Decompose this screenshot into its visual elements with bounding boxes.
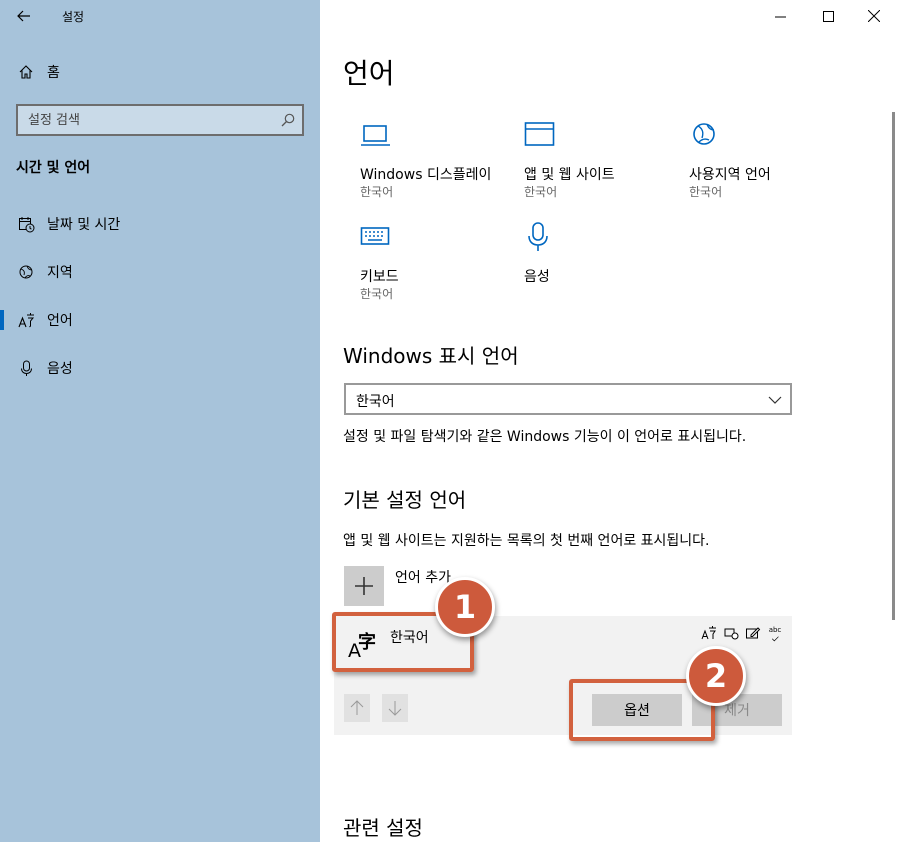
plus-icon bbox=[355, 577, 373, 595]
laptop-icon bbox=[361, 125, 390, 146]
tile-speech[interactable]: 음성 bbox=[524, 222, 674, 302]
calendar-clock-icon bbox=[17, 215, 35, 233]
display-language-description: 설정 및 파일 탐색기와 같은 Windows 기능이 이 언어로 표시됩니다. bbox=[343, 429, 747, 445]
minimize-icon bbox=[774, 16, 786, 17]
sidebar-item-language[interactable]: 언어 bbox=[0, 300, 320, 340]
globe-icon bbox=[693, 123, 715, 145]
window-icon bbox=[524, 122, 555, 146]
sidebar-item-home[interactable]: 홈 bbox=[0, 52, 320, 92]
tile-windows-display[interactable]: Windows 디스플레이 한국어 bbox=[360, 120, 510, 200]
back-arrow-icon bbox=[17, 10, 30, 22]
move-up-button[interactable] bbox=[344, 694, 370, 722]
tile-regional-language[interactable]: 사용지역 언어 한국어 bbox=[689, 120, 839, 200]
close-icon bbox=[868, 10, 880, 22]
maximize-icon bbox=[822, 10, 834, 22]
arrow-up-icon bbox=[350, 700, 364, 715]
search-icon[interactable] bbox=[280, 112, 296, 128]
dropdown-value: 한국어 bbox=[356, 394, 395, 410]
maximize-button[interactable] bbox=[805, 0, 851, 32]
back-button[interactable] bbox=[10, 4, 38, 28]
handwriting-feature-icon bbox=[744, 624, 762, 642]
search-box[interactable] bbox=[16, 104, 304, 136]
display-language-heading: Windows 표시 언어 bbox=[343, 344, 519, 368]
language-icon bbox=[17, 311, 35, 329]
home-icon bbox=[17, 63, 35, 81]
move-down-button[interactable] bbox=[382, 694, 408, 722]
sidebar-item-date-time[interactable]: 날짜 및 시간 bbox=[0, 204, 320, 244]
tile-name: Windows 디스플레이 bbox=[360, 167, 492, 183]
keyboard-icon bbox=[360, 227, 390, 245]
microphone-icon bbox=[528, 222, 548, 251]
spellcheck-feature-icon: abc bbox=[766, 624, 784, 642]
step-badge-2: 2 bbox=[686, 646, 746, 706]
tile-sub: 한국어 bbox=[524, 185, 558, 199]
display-language-dropdown[interactable]: 한국어 bbox=[344, 383, 792, 415]
speech-feature-icon bbox=[722, 624, 740, 642]
tile-name: 키보드 bbox=[360, 269, 399, 285]
tile-name: 음성 bbox=[524, 269, 550, 285]
preferred-language-description: 앱 및 웹 사이트는 지원하는 목록의 첫 번째 언어로 표시됩니다. bbox=[343, 533, 710, 549]
tile-sub: 한국어 bbox=[360, 287, 394, 301]
preferred-language-heading: 기본 설정 언어 bbox=[343, 488, 467, 512]
tile-name: 사용지역 언어 bbox=[689, 167, 771, 183]
app-title: 설정 bbox=[62, 10, 85, 24]
tile-apps-websites[interactable]: 앱 및 웹 사이트 한국어 bbox=[524, 120, 674, 200]
sidebar-item-speech[interactable]: 음성 bbox=[0, 348, 320, 388]
tile-sub: 한국어 bbox=[689, 185, 723, 199]
sidebar: 설정 홈 시간 및 언어 날짜 및 시간 지역 언어 음성 bbox=[0, 0, 320, 842]
sidebar-item-label: 음성 bbox=[47, 361, 73, 377]
search-input[interactable] bbox=[18, 106, 272, 134]
tile-name: 앱 및 웹 사이트 bbox=[524, 167, 615, 183]
page-title: 언어 bbox=[343, 57, 395, 90]
step-badge-1: 1 bbox=[435, 577, 495, 637]
sidebar-item-region[interactable]: 지역 bbox=[0, 252, 320, 292]
microphone-icon bbox=[17, 359, 35, 377]
sidebar-item-label: 지역 bbox=[47, 265, 73, 281]
scrollbar[interactable] bbox=[892, 112, 895, 620]
sidebar-home-label: 홈 bbox=[47, 65, 60, 81]
chevron-down-icon bbox=[768, 396, 782, 404]
tile-keyboard[interactable]: 키보드 한국어 bbox=[360, 222, 510, 302]
minimize-button[interactable] bbox=[757, 0, 803, 32]
globe-pin-icon bbox=[17, 263, 35, 281]
sidebar-item-label: 언어 bbox=[47, 313, 73, 329]
related-settings-heading: 관련 설정 bbox=[343, 816, 423, 840]
titlebar-left: 설정 bbox=[0, 0, 320, 32]
language-features: abc bbox=[700, 624, 784, 642]
display-language-feature-icon bbox=[700, 624, 718, 642]
add-language-button[interactable] bbox=[344, 566, 384, 606]
arrow-down-icon bbox=[388, 701, 402, 716]
tile-sub: 한국어 bbox=[360, 185, 394, 199]
sidebar-section-title: 시간 및 언어 bbox=[16, 160, 91, 176]
add-language-label[interactable]: 언어 추가 bbox=[395, 567, 451, 587]
close-button[interactable] bbox=[851, 0, 897, 32]
sidebar-item-label: 날짜 및 시간 bbox=[47, 217, 121, 233]
